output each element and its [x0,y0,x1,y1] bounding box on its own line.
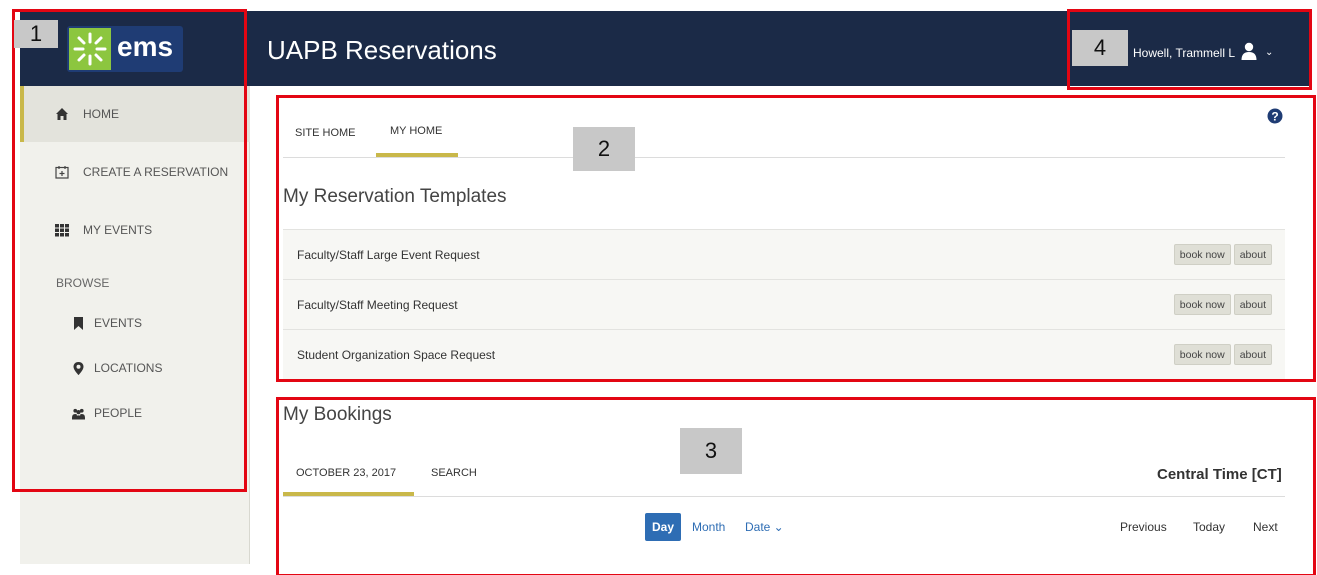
annotation-box-3 [276,397,1316,575]
app-title: UAPB Reservations [267,35,497,65]
annotation-label-3: 3 [680,428,742,474]
annotation-label-2: 2 [573,127,635,171]
annotation-label-1: 1 [14,20,58,48]
annotation-box-2 [276,95,1316,382]
annotation-box-1 [12,9,247,492]
annotation-label-4: 4 [1072,30,1128,66]
